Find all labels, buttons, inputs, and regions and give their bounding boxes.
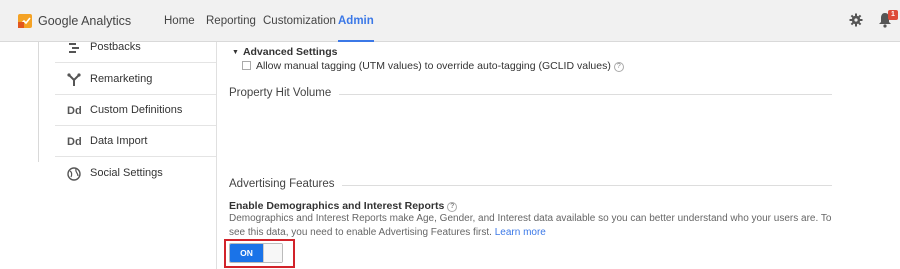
left-rule — [38, 42, 39, 162]
nav-customization[interactable]: Customization — [263, 0, 336, 42]
demographics-toggle[interactable]: ON — [229, 243, 283, 263]
caret-down-icon: ▼ — [232, 49, 239, 56]
data-import-icon: Dd — [67, 136, 82, 148]
manual-tagging-checkbox[interactable] — [242, 61, 251, 70]
manual-tagging-text: Allow manual tagging (UTM values) to ove… — [256, 60, 611, 72]
advanced-settings-title: Advanced Settings — [242, 46, 338, 58]
google-analytics-logo[interactable]: Google Analytics — [18, 13, 131, 29]
sidebar-item-postbacks[interactable]: Postbacks — [55, 32, 216, 63]
sidebar-item-label: Social Settings — [90, 167, 163, 179]
toggle-on-label: ON — [230, 244, 263, 262]
sidebar-item-social-settings[interactable]: Social Settings — [55, 158, 216, 189]
demographics-title: Enable Demographics and Interest Reports — [229, 200, 445, 212]
sidebar-item-label: Remarketing — [90, 73, 153, 85]
toggle-knob — [263, 244, 282, 262]
sidebar-item-label: Data Import — [90, 135, 148, 147]
help-icon[interactable]: ? — [447, 202, 458, 212]
sidebar-item-remarketing[interactable]: Remarketing — [55, 64, 216, 95]
advertising-features-title: Advertising Features — [229, 178, 343, 190]
sidebar-item-label: Postbacks — [90, 41, 141, 53]
postbacks-icon — [69, 43, 79, 53]
remarketing-icon — [67, 73, 81, 86]
help-icon[interactable]: ? — [613, 62, 624, 72]
manual-tagging-label: Allow manual tagging (UTM values) to ove… — [256, 60, 624, 72]
notification-badge: 1 — [888, 10, 898, 20]
property-hit-volume-title: Property Hit Volume — [229, 87, 340, 99]
sidebar-item-custom-definitions[interactable]: Dd Custom Definitions — [55, 95, 216, 126]
globe-icon — [67, 167, 81, 181]
sidebar-item-data-import[interactable]: Dd Data Import — [55, 126, 216, 157]
sidebar-item-label: Custom Definitions — [90, 104, 183, 116]
custom-definitions-icon: Dd — [67, 105, 82, 117]
logo-text: Google Analytics — [38, 14, 132, 28]
nav-admin[interactable]: Admin — [338, 0, 374, 42]
demographics-title-row: Enable Demographics and Interest Reports… — [229, 200, 458, 212]
gear-icon[interactable] — [849, 13, 863, 27]
content-divider — [216, 42, 217, 269]
advanced-settings-toggle[interactable]: ▼ Advanced Settings — [232, 46, 337, 58]
demographics-description: Demographics and Interest Reports make A… — [229, 212, 835, 240]
learn-more-link[interactable]: Learn more — [495, 227, 546, 238]
analytics-logo-icon — [18, 14, 32, 28]
